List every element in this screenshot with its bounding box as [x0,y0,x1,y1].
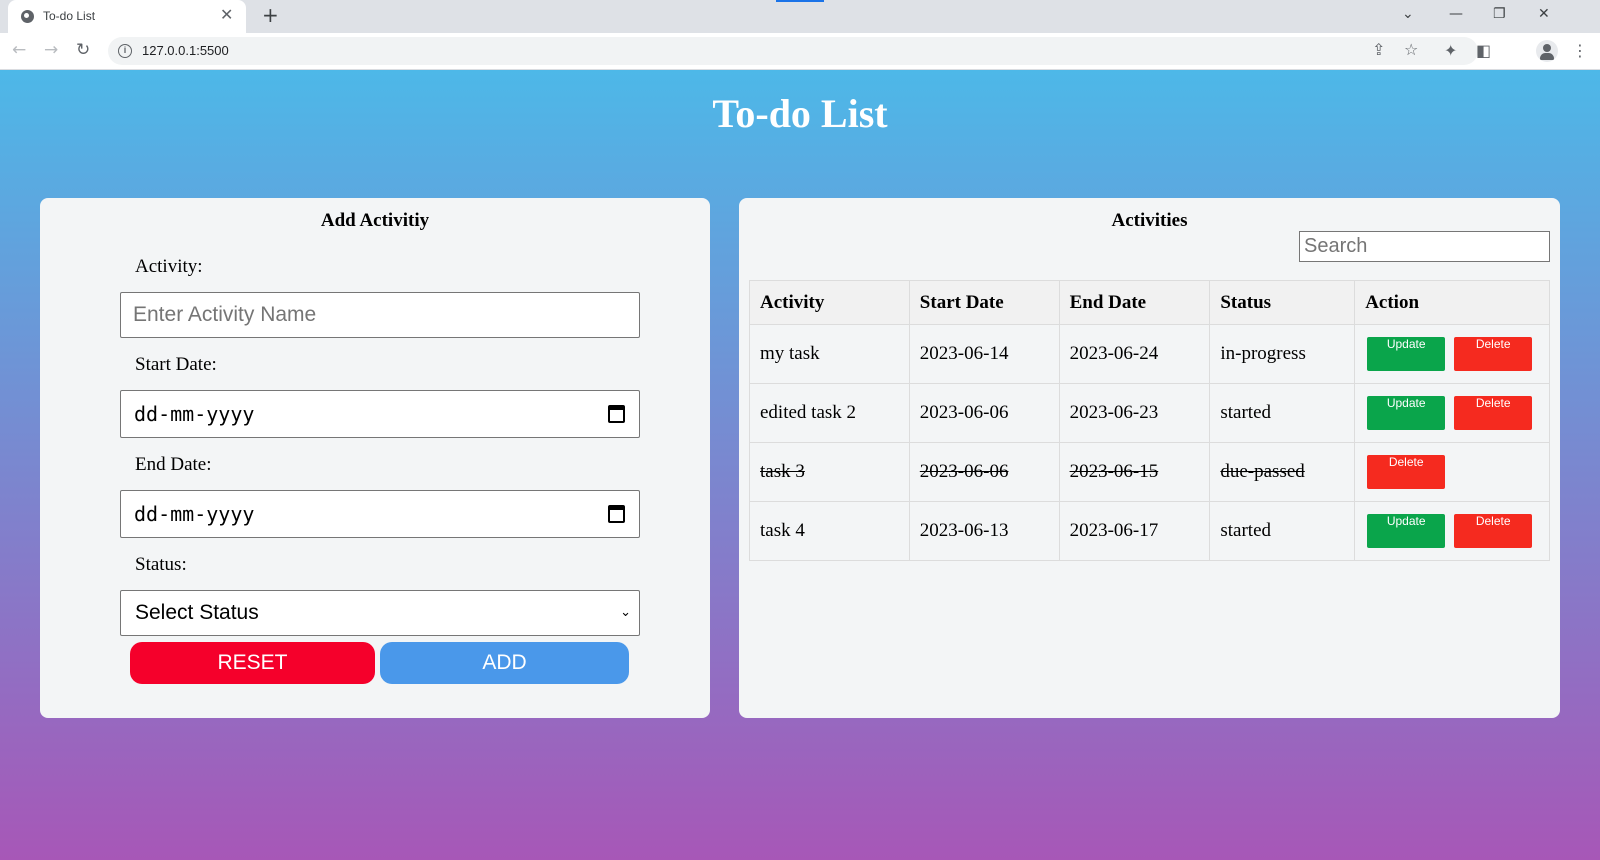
activity-label: Activity: [135,256,203,277]
restore-icon[interactable]: ❐ [1493,6,1506,22]
table-row: task 3 2023-06-06 2023-06-15 due-passed … [749,442,1550,502]
status-cell: started [1209,383,1356,443]
share-icon[interactable]: ⇪ [1372,40,1385,60]
action-cell: Delete [1354,442,1550,502]
status-cell: started [1209,501,1356,561]
column-header-status: Status [1209,280,1356,325]
page-background: To-do List Add Activitiy Activity: Enter… [0,70,1600,860]
reload-icon[interactable]: ↻ [76,40,90,60]
action-cell: Update Delete [1354,383,1550,443]
start-date-label: Start Date: [135,354,217,375]
column-header-end-date: End Date [1058,280,1211,325]
status-cell: due-passed [1209,442,1356,502]
end-date-input[interactable]: dd-mm-yyyy [120,490,640,538]
update-button[interactable]: Update [1367,514,1446,548]
delete-button[interactable]: Delete [1454,396,1533,430]
status-label: Status: [135,554,187,575]
activity-cell: edited task 2 [749,383,910,443]
status-cell: in-progress [1209,324,1356,384]
browser-tab[interactable]: To-do List ✕ [8,0,246,33]
puzzle-icon[interactable]: ✦ [1444,41,1457,61]
start-date-cell: 2023-06-06 [908,383,1060,443]
action-cell: Update Delete [1354,324,1550,384]
chevron-down-icon: ⌄ [620,605,631,620]
table-row: my task 2023-06-14 2023-06-24 in-progres… [749,324,1550,384]
browser-tabstrip: To-do List ✕ + ⌄ — ❐ ✕ [0,0,1600,33]
address-bar[interactable]: i 127.0.0.1:5500 ⇪ ☆ [108,37,1478,65]
end-date-cell: 2023-06-23 [1058,383,1211,443]
column-header-start-date: Start Date [908,280,1060,325]
close-icon[interactable]: ✕ [220,7,233,23]
add-activity-heading: Add Activitiy [320,210,430,231]
plus-icon[interactable]: + [262,5,279,25]
tab-title: To-do List [43,9,96,23]
start-date-input[interactable]: dd-mm-yyyy [120,390,640,438]
kebab-menu-icon[interactable]: ⋮ [1572,41,1588,61]
update-button[interactable]: Update [1367,396,1446,430]
status-select[interactable]: Select Status ⌄ [120,590,640,636]
status-selected-value: Select Status [135,601,259,624]
activity-input[interactable]: Enter Activity Name [120,292,640,338]
activities-table: Activity Start Date End Date Status Acti… [749,280,1550,561]
minimize-icon[interactable]: — [1449,6,1463,22]
tab-search-icon[interactable]: ⌄ [1402,6,1414,22]
side-panel-icon[interactable]: ◧ [1476,41,1491,61]
end-date-label: End Date: [135,454,212,475]
update-button[interactable]: Update [1367,337,1446,371]
activity-cell: my task [749,324,910,384]
tabstrip-accent [776,0,824,2]
search-input[interactable]: Search [1299,231,1550,262]
url-text[interactable]: 127.0.0.1:5500 [142,43,229,58]
activity-cell: task 4 [749,501,910,561]
table-header-row: Activity Start Date End Date Status Acti… [749,280,1550,325]
delete-button[interactable]: Delete [1367,455,1446,489]
delete-button[interactable]: Delete [1454,514,1533,548]
activity-cell: task 3 [749,442,910,502]
activities-heading: Activities [1111,210,1188,231]
end-date-cell: 2023-06-17 [1058,501,1211,561]
start-date-value: dd-mm-yyyy [134,402,255,426]
info-icon[interactable]: i [118,44,132,58]
star-icon[interactable]: ☆ [1404,40,1418,60]
end-date-value: dd-mm-yyyy [134,502,255,526]
start-date-cell: 2023-06-13 [908,501,1060,561]
add-activity-card: Add Activitiy Activity: Enter Activity N… [40,198,710,718]
column-header-activity: Activity [749,280,910,325]
table-row: task 4 2023-06-13 2023-06-17 started Upd… [749,501,1550,561]
calendar-icon[interactable] [608,505,625,523]
globe-icon [21,10,34,23]
arrow-right-icon[interactable]: → [44,40,58,60]
table-row: edited task 2 2023-06-06 2023-06-23 star… [749,383,1550,443]
page-title: To-do List [712,91,888,136]
start-date-cell: 2023-06-06 [908,442,1060,502]
column-header-action: Action [1354,280,1550,325]
browser-toolbar: ← → ↻ i 127.0.0.1:5500 ⇪ ☆ ✦ ◧ ⋮ [0,33,1600,70]
add-button[interactable]: ADD [380,642,629,684]
end-date-cell: 2023-06-24 [1058,324,1211,384]
activities-card: Activities Search Activity Start Date En… [739,198,1560,718]
window-close-icon[interactable]: ✕ [1538,6,1550,22]
action-cell: Update Delete [1354,501,1550,561]
arrow-left-icon[interactable]: ← [12,40,26,60]
delete-button[interactable]: Delete [1454,337,1533,371]
reset-button[interactable]: RESET [130,642,375,684]
end-date-cell: 2023-06-15 [1058,442,1211,502]
calendar-icon[interactable] [608,405,625,423]
avatar-icon[interactable] [1536,40,1558,62]
start-date-cell: 2023-06-14 [908,324,1060,384]
